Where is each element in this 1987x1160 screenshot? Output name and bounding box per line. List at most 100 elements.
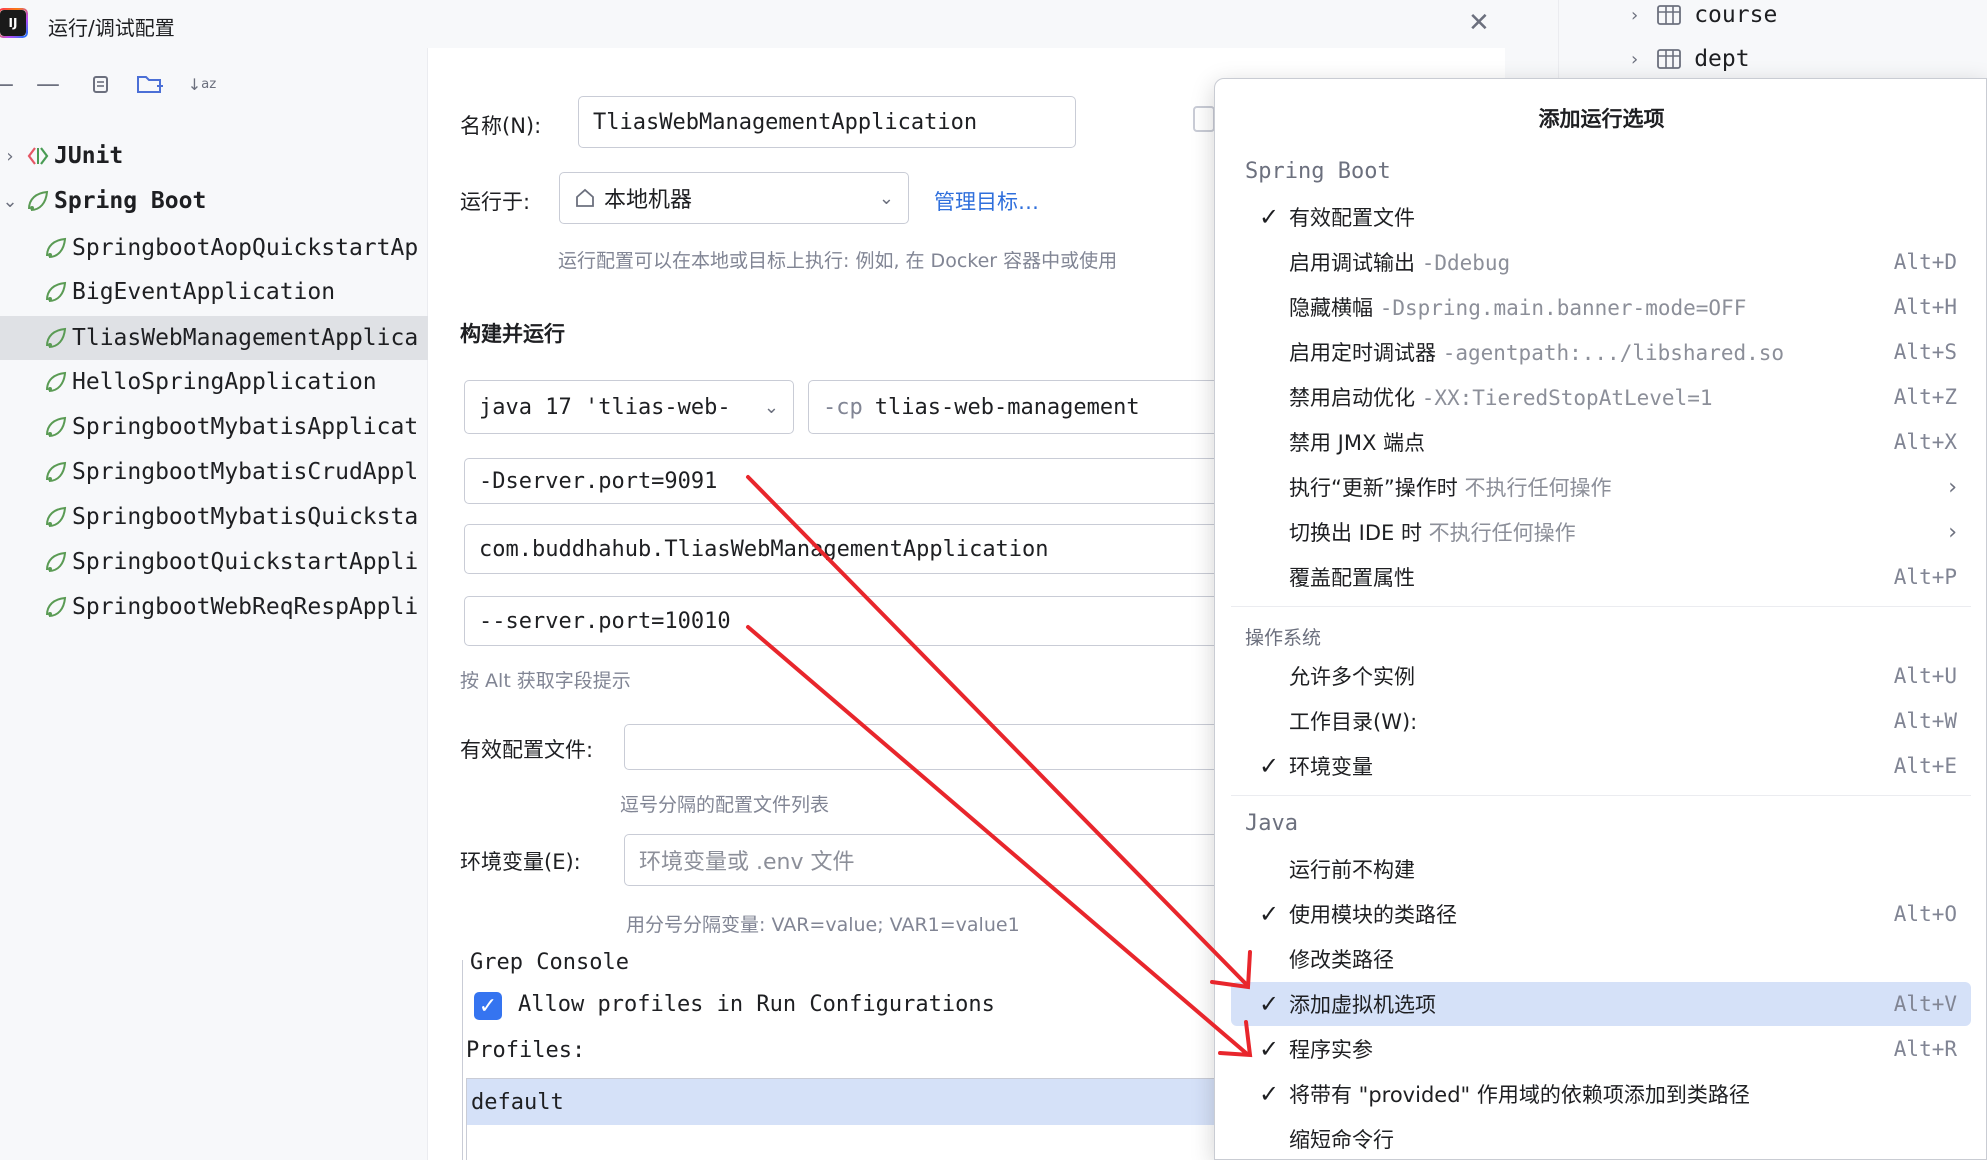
config-tree-panel: — — ↓az › JUnit ⌄ Spring Boot Springboot… — [0, 48, 428, 1160]
tree-item[interactable]: SpringbootQuickstartAppli — [0, 540, 428, 584]
option-flag: -XX:TieredStopAtLevel=1 — [1421, 386, 1713, 410]
tree-item[interactable]: SpringbootWebReqRespAppli — [0, 585, 428, 629]
option-on-update[interactable]: 执行“更新”操作时 不执行任何操作 › — [1231, 465, 1971, 509]
chevron-down-icon: ⌄ — [763, 396, 779, 418]
option-label: 禁用 JMX 端点 — [1289, 431, 1426, 455]
tree-item-label: SpringbootQuickstartAppli — [72, 549, 419, 575]
option-environment-variables[interactable]: ✓ 环境变量 Alt+E — [1231, 744, 1971, 788]
option-timed-debugger[interactable]: 启用定时调试器 -agentpath:.../libshared.so Alt+… — [1231, 330, 1971, 374]
option-label: 运行前不构建 — [1289, 858, 1415, 882]
close-icon[interactable]: ✕ — [1468, 8, 1490, 38]
table-name: dept — [1694, 46, 1750, 72]
option-label: 覆盖配置属性 — [1289, 566, 1415, 590]
add-icon[interactable]: — — [0, 68, 18, 100]
window-title: 运行/调试配置 — [48, 16, 175, 40]
option-flag: -Dspring.main.banner-mode=OFF — [1379, 296, 1747, 320]
option-label: 禁用启动优化 — [1289, 386, 1415, 410]
check-icon: ✓ — [1259, 900, 1280, 928]
title-bar: IJ 运行/调试配置 ✕ — [0, 0, 1505, 48]
run-on-select[interactable]: 本地机器 ⌄ — [559, 172, 909, 224]
option-on-frame-deactivation[interactable]: 切换出 IDE 时 不执行任何操作 › — [1231, 510, 1971, 554]
tree-item-label: BigEventApplication — [72, 279, 336, 305]
spring-boot-icon — [46, 416, 67, 437]
option-shortcut: Alt+W — [1893, 709, 1957, 733]
env-vars-hint: 用分号分隔变量: VAR=value; VAR1=value1 — [626, 914, 1020, 936]
option-hide-banner[interactable]: 隐藏横幅 -Dspring.main.banner-mode=OFF Alt+H — [1231, 285, 1971, 329]
spring-boot-icon — [46, 281, 67, 302]
option-shortcut: Alt+S — [1893, 340, 1957, 364]
tree-item[interactable]: HelloSpringApplication — [0, 360, 428, 404]
chevron-right-icon: › — [6, 145, 14, 167]
chevron-right-icon: › — [1631, 48, 1639, 70]
option-do-not-build[interactable]: 运行前不构建 — [1231, 847, 1971, 891]
table-row-dept[interactable]: › dept — [1631, 46, 1750, 72]
copy-icon[interactable] — [84, 68, 116, 100]
spring-boot-icon — [46, 596, 67, 617]
option-value: 不执行任何操作 — [1428, 521, 1576, 545]
jdk-value: java 17 'tlias-web- — [479, 394, 731, 420]
allow-profiles-checkbox[interactable]: ✓ — [474, 992, 502, 1020]
option-working-directory[interactable]: 工作目录(W): Alt+W — [1231, 699, 1971, 743]
option-allow-multiple-instances[interactable]: 允许多个实例 Alt+U — [1231, 654, 1971, 698]
check-icon: ✓ — [1259, 990, 1280, 1018]
tree-group-junit[interactable]: › JUnit — [0, 134, 428, 178]
jdk-select[interactable]: java 17 'tlias-web- ⌄ — [464, 380, 794, 434]
option-label: 环境变量 — [1289, 755, 1373, 779]
spring-boot-icon — [46, 237, 67, 258]
option-shorten-command-line[interactable]: 缩短命令行 — [1231, 1117, 1971, 1160]
option-label: 启用调试输出 — [1289, 251, 1415, 275]
tree-item[interactable]: SpringbootMybatisQuicksta — [0, 495, 428, 539]
option-debug-output[interactable]: 启用调试输出 -Ddebug Alt+D — [1231, 240, 1971, 284]
tree-item-label: TliasWebManagementApplica — [72, 325, 419, 351]
option-shortcut: Alt+U — [1893, 664, 1957, 688]
option-shortcut: Alt+D — [1893, 250, 1957, 274]
option-label: 执行“更新”操作时 — [1289, 476, 1458, 500]
name-input[interactable]: TliasWebManagementApplication — [578, 96, 1076, 148]
option-label: 切换出 IDE 时 — [1289, 521, 1422, 545]
spring-boot-icon — [46, 551, 67, 572]
store-as-file-checkbox[interactable] — [1193, 106, 1215, 132]
active-profiles-hint: 逗号分隔的配置文件列表 — [620, 794, 830, 816]
name-label: 名称(N): — [460, 114, 542, 138]
option-modify-classpath[interactable]: 修改类路径 — [1231, 937, 1971, 981]
profile-default-label: default — [471, 1089, 564, 1115]
tree-item[interactable]: SpringbootMybatisCrudAppl — [0, 450, 428, 494]
tree-item[interactable]: BigEventApplication — [0, 270, 428, 314]
cp-prefix: -cp — [823, 394, 863, 420]
tree-item[interactable]: SpringbootMybatisApplicat — [0, 405, 428, 449]
check-icon: ✓ — [1259, 1080, 1280, 1108]
new-folder-icon[interactable] — [134, 68, 166, 100]
grep-console-group — [462, 960, 463, 1160]
database-tree: › course › dept — [1505, 0, 1987, 80]
spring-boot-icon — [46, 461, 67, 482]
option-disable-jmx[interactable]: 禁用 JMX 端点 Alt+X — [1231, 420, 1971, 464]
spring-boot-icon — [46, 371, 67, 392]
section-java: Java — [1245, 811, 1298, 836]
tree-item-selected[interactable]: TliasWebManagementApplica — [0, 316, 428, 360]
chevron-down-icon: ⌄ — [2, 190, 18, 212]
env-vars-label: 环境变量(E): — [460, 850, 581, 874]
tree-group-spring-boot[interactable]: ⌄ Spring Boot — [0, 179, 428, 223]
sort-icon[interactable]: ↓ a z — [186, 68, 218, 100]
section-divider — [1231, 606, 1971, 607]
manage-targets-link[interactable]: 管理目标… — [934, 186, 1039, 216]
section-divider — [1231, 795, 1971, 796]
tree-item[interactable]: SpringbootAopQuickstartAp — [0, 226, 428, 270]
option-shortcut: Alt+X — [1893, 430, 1957, 454]
tree-guide — [1558, 0, 1559, 80]
option-add-vm-options[interactable]: ✓ 添加虚拟机选项 Alt+V — [1231, 982, 1971, 1026]
chevron-right-icon: › — [1631, 4, 1639, 26]
option-provided-scope[interactable]: ✓ 将带有 "provided" 作用域的依赖项添加到类路径 — [1231, 1072, 1971, 1116]
table-row-course[interactable]: › course — [1631, 2, 1777, 28]
option-label: 使用模块的类路径 — [1289, 903, 1457, 927]
remove-icon[interactable]: — — [32, 68, 64, 100]
option-override-properties[interactable]: 覆盖配置属性 Alt+P — [1231, 555, 1971, 599]
option-disable-launch-optimization[interactable]: 禁用启动优化 -XX:TieredStopAtLevel=1 Alt+Z — [1231, 375, 1971, 419]
option-use-module-classpath[interactable]: ✓ 使用模块的类路径 Alt+O — [1231, 892, 1971, 936]
option-active-profiles[interactable]: ✓ 有效配置文件 — [1231, 195, 1971, 239]
option-program-arguments[interactable]: ✓ 程序实参 Alt+R — [1231, 1027, 1971, 1071]
tree-group-label: JUnit — [54, 143, 124, 169]
option-label: 有效配置文件 — [1289, 206, 1415, 230]
run-on-hint: 运行配置可以在本地或目标上执行: 例如, 在 Docker 容器中或使用 — [558, 250, 1118, 272]
option-label: 程序实参 — [1289, 1038, 1373, 1062]
